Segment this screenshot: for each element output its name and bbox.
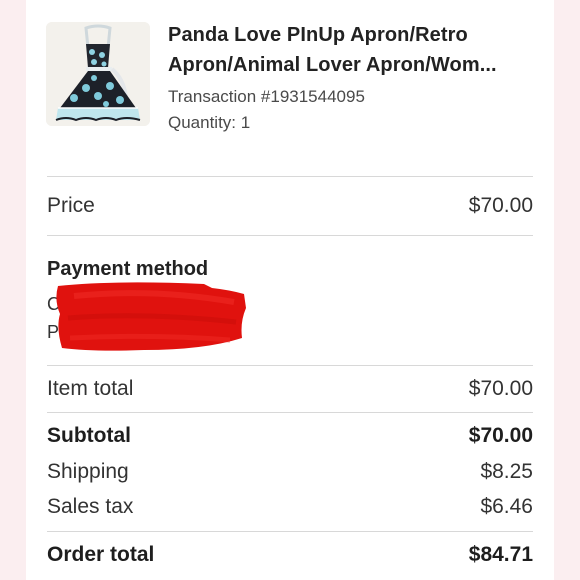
- item-total-value: $70.00: [468, 377, 533, 400]
- sales-tax-value: $6.46: [480, 495, 533, 518]
- price-label: Price: [47, 194, 95, 217]
- order-total-label: Order total: [47, 543, 155, 566]
- subtotal-label: Subtotal: [47, 424, 131, 447]
- divider: [47, 365, 533, 366]
- order-total-value: $84.71: [468, 543, 533, 566]
- divider: [47, 531, 533, 532]
- product-thumbnail[interactable]: [46, 22, 150, 126]
- quantity-label: Quantity: 1: [168, 113, 251, 132]
- divider: [47, 235, 533, 236]
- item-total-label: Item total: [47, 377, 134, 400]
- subtotal-value: $70.00: [468, 424, 533, 447]
- redaction-mark: [56, 282, 247, 351]
- sales-tax-label: Sales tax: [47, 495, 134, 518]
- price-value: $70.00: [468, 194, 533, 217]
- shipping-label: Shipping: [47, 460, 129, 483]
- shipping-value: $8.25: [480, 460, 533, 483]
- order-receipt-card: Panda Love PInUp Apron/Retro Apron/Anima…: [26, 0, 554, 580]
- product-title-line-2: Apron/Animal Lover Apron/Wom...: [168, 54, 497, 76]
- product-title-line-1: Panda Love PInUp Apron/Retro: [168, 24, 468, 46]
- divider: [47, 412, 533, 413]
- divider: [47, 176, 533, 177]
- transaction-number: Transaction #1931544095: [168, 87, 365, 106]
- product-title[interactable]: Panda Love PInUp Apron/Retro Apron/Anima…: [168, 20, 540, 80]
- apron-icon: [46, 22, 150, 126]
